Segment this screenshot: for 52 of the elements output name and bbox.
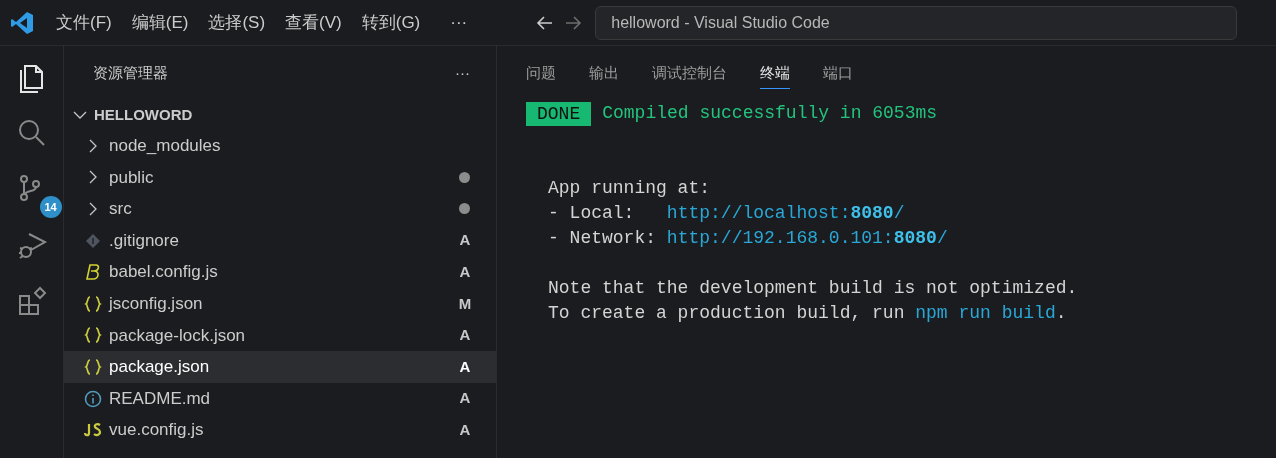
panel-tab[interactable]: 端口	[823, 56, 853, 90]
terminal-text: - Network:	[548, 227, 658, 250]
count-badge: 14	[39, 196, 62, 218]
menu-item[interactable]: 选择(S)	[202, 9, 272, 36]
terminal-text: App running at:	[548, 177, 711, 200]
file-tree-item[interactable]: jsconfig.json M	[64, 287, 496, 320]
git-status: A	[458, 230, 472, 251]
git-status: A	[458, 261, 472, 282]
info-icon	[84, 389, 102, 408]
js-icon	[84, 423, 102, 438]
curly-braces-icon	[84, 295, 102, 312]
menu-item[interactable]: 转到(G)	[355, 9, 427, 36]
file-tree-item[interactable]: vue.config.js A	[64, 414, 496, 446]
terminal-text: - Local:	[548, 202, 636, 225]
panel-tab[interactable]: 输出	[589, 56, 619, 90]
panel-tab[interactable]: 终端	[760, 56, 790, 90]
git-status: M	[458, 293, 472, 314]
menu-item[interactable]: 文件(F)	[50, 9, 118, 36]
panel-tab[interactable]: 问题	[526, 56, 556, 90]
file-tree-item[interactable]: public	[64, 161, 496, 194]
terminal-link[interactable]: http://192.168.0.101:8080/	[666, 226, 948, 251]
file-tree-item[interactable]: node_modules	[64, 130, 496, 162]
file-tree-item[interactable]: README.md A	[64, 382, 496, 415]
file-tree-item[interactable]: package-lock.json A	[64, 319, 496, 352]
b-letter-icon	[85, 263, 101, 282]
panel-tab[interactable]: 调试控制台	[652, 56, 727, 90]
vscode-logo-icon	[10, 10, 34, 35]
curly-braces-icon	[84, 358, 102, 375]
explorer-title: 资源管理器	[93, 62, 168, 83]
more-actions-button[interactable]: ···	[455, 61, 470, 85]
file-tree-item[interactable]: src	[64, 193, 496, 225]
git-diamond-icon	[85, 232, 101, 249]
terminal-link[interactable]: npm run build	[915, 301, 1056, 326]
file-tree-item[interactable]: babel.config.js A	[64, 256, 496, 288]
more-menu-button[interactable]: ···	[444, 9, 474, 36]
git-status: A	[458, 356, 472, 377]
terminal-text: To create a production build, run	[548, 302, 906, 325]
terminal-text: Compiled successfully in 6053ms	[602, 102, 938, 125]
folder-header[interactable]: HELLOWORD	[64, 100, 496, 130]
curly-braces-icon	[84, 327, 102, 344]
file-tree-item[interactable]: .gitignore A	[64, 224, 496, 257]
git-status: A	[458, 388, 472, 409]
command-center[interactable]: helloword - Visual Studio Code	[595, 5, 1238, 40]
menu-item[interactable]: 查看(V)	[279, 9, 348, 36]
terminal-text: .	[1055, 302, 1067, 325]
terminal-text: Note that the development build is not optimized.	[548, 277, 1078, 300]
terminal-link[interactable]: http://localhost:8080/	[666, 201, 905, 226]
file-tree-item[interactable]: package.json A	[64, 351, 496, 383]
menu-item[interactable]: 编辑(E)	[125, 9, 195, 36]
git-status: A	[458, 419, 472, 440]
done-badge: DONE	[526, 101, 592, 126]
git-status: A	[458, 325, 472, 346]
